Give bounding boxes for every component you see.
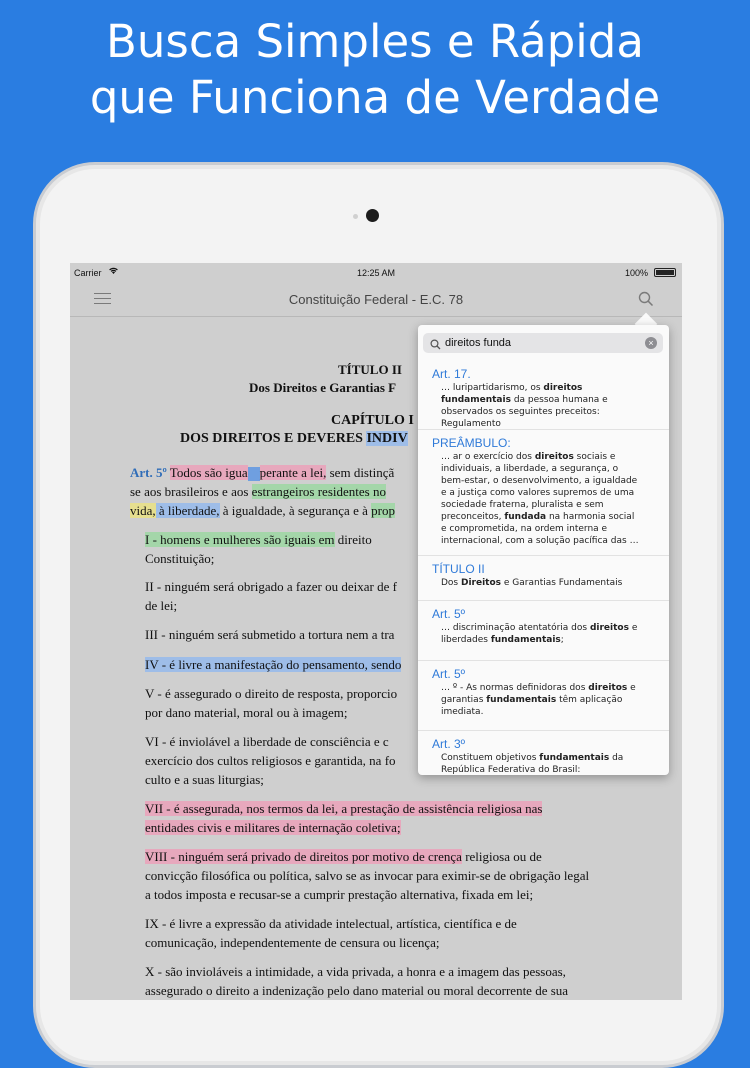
inciso-10-cont: assegurado o direito a indenização pelo … — [145, 983, 569, 998]
battery-icon — [654, 268, 676, 277]
search-result-item[interactable]: Art. 3º Constituem objetivos fundamentais… — [418, 730, 669, 775]
search-result-item[interactable]: Art. 5º … discriminação atentatória dos d… — [418, 600, 669, 660]
inciso-9-cont: comunicação, independentemente de censur… — [145, 935, 440, 950]
clear-search-icon[interactable]: × — [645, 337, 657, 349]
search-result-item[interactable]: Art. 5º … º - As normas definidoras dos d… — [418, 660, 669, 730]
search-bar: × — [423, 333, 663, 353]
search-result-title: TÍTULO II — [432, 562, 485, 576]
search-result-title: Art. 17. — [432, 367, 471, 381]
search-result-title: Art. 5º — [432, 607, 466, 621]
search-result-title: PREÂMBULO: — [432, 436, 511, 450]
chapter-heading: CAPÍTULO I — [331, 413, 414, 428]
article-label: Art. 5º — [130, 465, 167, 480]
search-result-snippet: Dos Direitos e Garantias Fundamentais — [441, 578, 623, 588]
search-result-snippet: … º - As normas definidoras dos direitos… — [441, 683, 636, 717]
search-popover: × Art. 17. … luripartidarismo, os direito… — [418, 325, 669, 775]
sensor-dot — [353, 214, 358, 219]
inciso-8-cont: convicção filosófica ou política, salvo … — [145, 868, 590, 883]
inciso-8-cont-2: a todos imposta e recusar-se a cumprir p… — [145, 887, 534, 902]
search-result-title: Art. 3º — [432, 737, 466, 751]
search-result-item[interactable]: TÍTULO II Dos Direitos e Garantias Fundam… — [418, 555, 669, 600]
inciso-7-cont: entidades civis e militares de internaçã… — [145, 820, 401, 835]
search-input[interactable] — [445, 333, 635, 353]
front-camera — [366, 209, 379, 222]
inciso-8: VIII - ninguém será privado de direitos … — [145, 849, 542, 864]
search-result-title: Art. 5º — [432, 667, 466, 681]
clock: 12:25 AM — [356, 268, 396, 278]
nav-title: Constituição Federal - E.C. 78 — [288, 292, 464, 307]
magnifier-icon — [430, 337, 442, 350]
status-bar: Carrier 12:25 AM 100% — [70, 263, 682, 283]
search-icon[interactable] — [638, 291, 654, 307]
search-result-item[interactable]: PREÂMBULO: … ar o exercício dos direitos … — [418, 429, 669, 555]
search-result-snippet: … luripartidarismo, os direitos fundamen… — [441, 383, 608, 429]
headline-line-2: que Funciona de Verdade — [89, 71, 661, 124]
title-heading: TÍTULO II — [338, 362, 402, 377]
battery-percent: 100% — [624, 268, 648, 278]
search-result-item[interactable]: Art. 17. … luripartidarismo, os direitos … — [418, 361, 669, 429]
inciso-7: VII - é assegurada, nos termos da lei, a… — [145, 801, 543, 816]
inciso-9: IX - é livre a expressão da atividade in… — [145, 916, 517, 931]
search-result-snippet: … discriminação atentatória dos direitos… — [441, 623, 638, 645]
selection-handle[interactable] — [247, 467, 260, 482]
search-result-snippet: … ar o exercício dos direitos sociais e … — [441, 452, 639, 546]
headline-line-1: Busca Simples e Rápida — [106, 15, 644, 68]
promo-headline: Busca Simples e Rápida que Funciona de V… — [0, 14, 750, 126]
inciso-10: X - são invioláveis a intimidade, a vida… — [145, 964, 566, 979]
navigation-bar: Constituição Federal - E.C. 78 — [70, 283, 682, 317]
chapter-subheading: DOS DIREITOS E DEVERES INDIV — [180, 431, 408, 446]
search-result-snippet: Constituem objetivos fundamentais da Rep… — [441, 753, 624, 775]
title-subheading: Dos Direitos e Garantias F — [249, 380, 397, 395]
